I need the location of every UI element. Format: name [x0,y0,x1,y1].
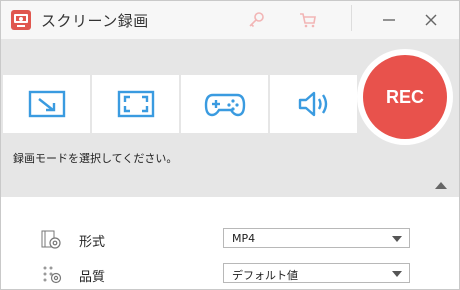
gamepad-icon [204,93,245,117]
format-settings-icon [41,229,63,251]
app-logo-icon [11,10,31,30]
format-value: MP4 [232,232,256,245]
close-icon[interactable] [421,10,441,30]
app-window: スクリーン録画 REC 録画モードを選択してください。 形式 MP4 品質 デフ… [0,0,460,290]
quality-label: 品質 [79,270,106,285]
settings-panel: 形式 MP4 品質 デフォルト値 [1,197,459,289]
minimize-icon[interactable] [379,10,399,30]
format-label: 形式 [79,235,106,250]
rec-label: REC [385,86,424,107]
cart-icon[interactable] [298,10,318,30]
mode-panel: REC 録画モードを選択してください。 [1,39,459,197]
window-title: スクリーン録画 [41,12,149,30]
chevron-down-icon [392,236,402,242]
quality-settings-icon [41,264,63,286]
speaker-icon [298,91,327,117]
chevron-down-icon [392,271,402,277]
mode-hint-text: 録画モードを選択してください。 [13,152,178,165]
rec-button[interactable]: REC [363,55,447,139]
quality-row: 品質 デフォルト値 [1,263,459,287]
title-bar-divider [351,5,352,31]
title-bar: スクリーン録画 [1,1,459,39]
region-select-icon [28,90,65,118]
quality-value: デフォルト値 [232,269,298,282]
format-select[interactable]: MP4 [223,228,410,248]
game-capture-button[interactable] [181,75,268,133]
quality-select[interactable]: デフォルト値 [223,263,410,283]
collapse-arrow-icon[interactable] [435,182,447,189]
format-row: 形式 MP4 [1,228,459,252]
fullscreen-capture-button[interactable] [92,75,179,133]
region-capture-button[interactable] [3,75,90,133]
audio-capture-button[interactable] [270,75,357,133]
fullscreen-icon [117,90,154,118]
key-icon[interactable] [247,10,267,30]
